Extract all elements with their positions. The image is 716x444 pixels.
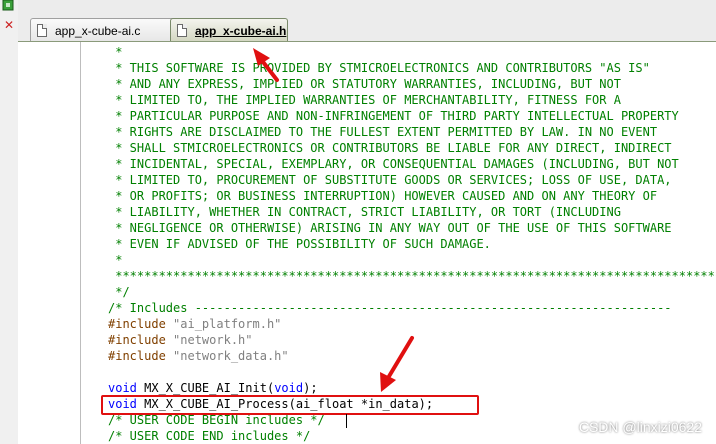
code-line-text: /* USER CODE END includes */	[108, 428, 310, 444]
code-token: void	[274, 381, 304, 395]
code-token: */	[108, 285, 130, 299]
tab-app-x-cube-ai-h[interactable]: app_x-cube-ai.h	[170, 18, 288, 42]
code-token: * THIS SOFTWARE IS PROVIDED BY STMICROEL…	[108, 61, 650, 75]
code-line-text: */	[108, 284, 130, 300]
code-line-text: * RIGHTS ARE DISCLAIMED TO THE FULLEST E…	[108, 124, 657, 140]
code-line-text: *	[108, 44, 122, 60]
code-token: * LIABILITY, WHETHER IN CONTRACT, STRICT…	[108, 205, 621, 219]
code-line-text: * LIMITED TO, THE IMPLIED WARRANTIES OF …	[108, 92, 621, 108]
code-editor[interactable]: * * THIS SOFTWARE IS PROVIDED BY STMICRO…	[98, 42, 716, 444]
code-token: #include	[108, 333, 174, 347]
project-tree-icon[interactable]	[1, 0, 17, 12]
tab-label: app_x-cube-ai.h	[195, 23, 287, 38]
code-token: "network_data.h"	[173, 349, 289, 363]
code-line-text: #include "network_data.h"	[108, 348, 289, 364]
code-line-text: * EVEN IF ADVISED OF THE POSSIBILITY OF …	[108, 236, 491, 252]
code-token: );	[303, 381, 318, 395]
code-line-text: * OR PROFITS; OR BUSINESS INTERRUPTION) …	[108, 188, 657, 204]
code-line-text: * NEGLIGENCE OR OTHERWISE) ARISING IN AN…	[108, 220, 672, 236]
code-token: ****************************************…	[108, 269, 716, 283]
editor-tab-bar: app_x-cube-ai.c app_x-cube-ai.h	[18, 0, 716, 42]
code-line-text: #include "ai_platform.h"	[108, 316, 281, 332]
code-line-text: * SHALL STMICROELECTRONICS OR CONTRIBUTO…	[108, 140, 672, 156]
code-token: * NEGLIGENCE OR OTHERWISE) ARISING IN AN…	[108, 221, 672, 235]
code-line-text: #include "network.h"	[108, 332, 253, 348]
code-token: * EVEN IF ADVISED OF THE POSSIBILITY OF …	[108, 237, 491, 251]
code-line-text: *	[108, 252, 122, 268]
file-icon	[37, 24, 47, 37]
watermark: CSDN @linxizi0622	[578, 419, 702, 435]
file-icon	[177, 24, 187, 37]
code-token: "ai_platform.h"	[173, 317, 282, 331]
code-token: /* Includes ----------------------------…	[108, 301, 672, 315]
code-token: * LIMITED TO, THE IMPLIED WARRANTIES OF …	[108, 93, 621, 107]
code-token: #include	[108, 349, 174, 363]
code-token: /* USER CODE END includes */	[108, 429, 311, 443]
code-line-text: /* Includes ----------------------------…	[108, 300, 672, 316]
code-token: void	[108, 381, 137, 395]
tab-app-x-cube-ai-c[interactable]: app_x-cube-ai.c	[30, 18, 184, 42]
code-token: *	[108, 253, 123, 267]
left-panel-strip: ✕	[0, 0, 19, 444]
code-token: * LIMITED TO, PROCUREMENT OF SUBSTITUTE …	[108, 173, 672, 187]
code-line-text: * THIS SOFTWARE IS PROVIDED BY STMICROEL…	[108, 60, 650, 76]
code-token: * SHALL STMICROELECTRONICS OR CONTRIBUTO…	[108, 141, 672, 155]
code-line-text: * INCIDENTAL, SPECIAL, EXEMPLARY, OR CON…	[108, 156, 679, 172]
text-cursor	[346, 414, 347, 428]
code-token: * AND ANY EXPRESS, IMPLIED OR STATUTORY …	[108, 77, 621, 91]
annotation-highlight-box	[101, 395, 479, 415]
code-token: MX_X_CUBE_AI_Init(	[136, 381, 275, 395]
code-line-text: * AND ANY EXPRESS, IMPLIED OR STATUTORY …	[108, 76, 621, 92]
code-line-text: * LIABILITY, WHETHER IN CONTRACT, STRICT…	[108, 204, 621, 220]
code-token: *	[108, 45, 123, 59]
code-line-text: * LIMITED TO, PROCUREMENT OF SUBSTITUTE …	[108, 172, 672, 188]
code-line-text: ****************************************…	[108, 268, 716, 284]
code-token: * INCIDENTAL, SPECIAL, EXEMPLARY, OR CON…	[108, 157, 679, 171]
fold-margin[interactable]	[80, 42, 99, 444]
code-token: "network.h"	[173, 333, 253, 347]
code-token: #include	[108, 317, 174, 331]
code-line-text: void MX_X_CUBE_AI_Init(void);	[108, 380, 318, 396]
code-token: /* USER CODE BEGIN includes */	[108, 413, 325, 427]
code-token: * RIGHTS ARE DISCLAIMED TO THE FULLEST E…	[108, 125, 658, 139]
close-panel-icon[interactable]: ✕	[2, 18, 16, 32]
code-line-text: * PARTICULAR PURPOSE AND NON-INFRINGEMEN…	[108, 108, 679, 124]
code-token: * PARTICULAR PURPOSE AND NON-INFRINGEMEN…	[108, 109, 679, 123]
code-token: * OR PROFITS; OR BUSINESS INTERRUPTION) …	[108, 189, 658, 203]
tab-label: app_x-cube-ai.c	[55, 23, 141, 38]
